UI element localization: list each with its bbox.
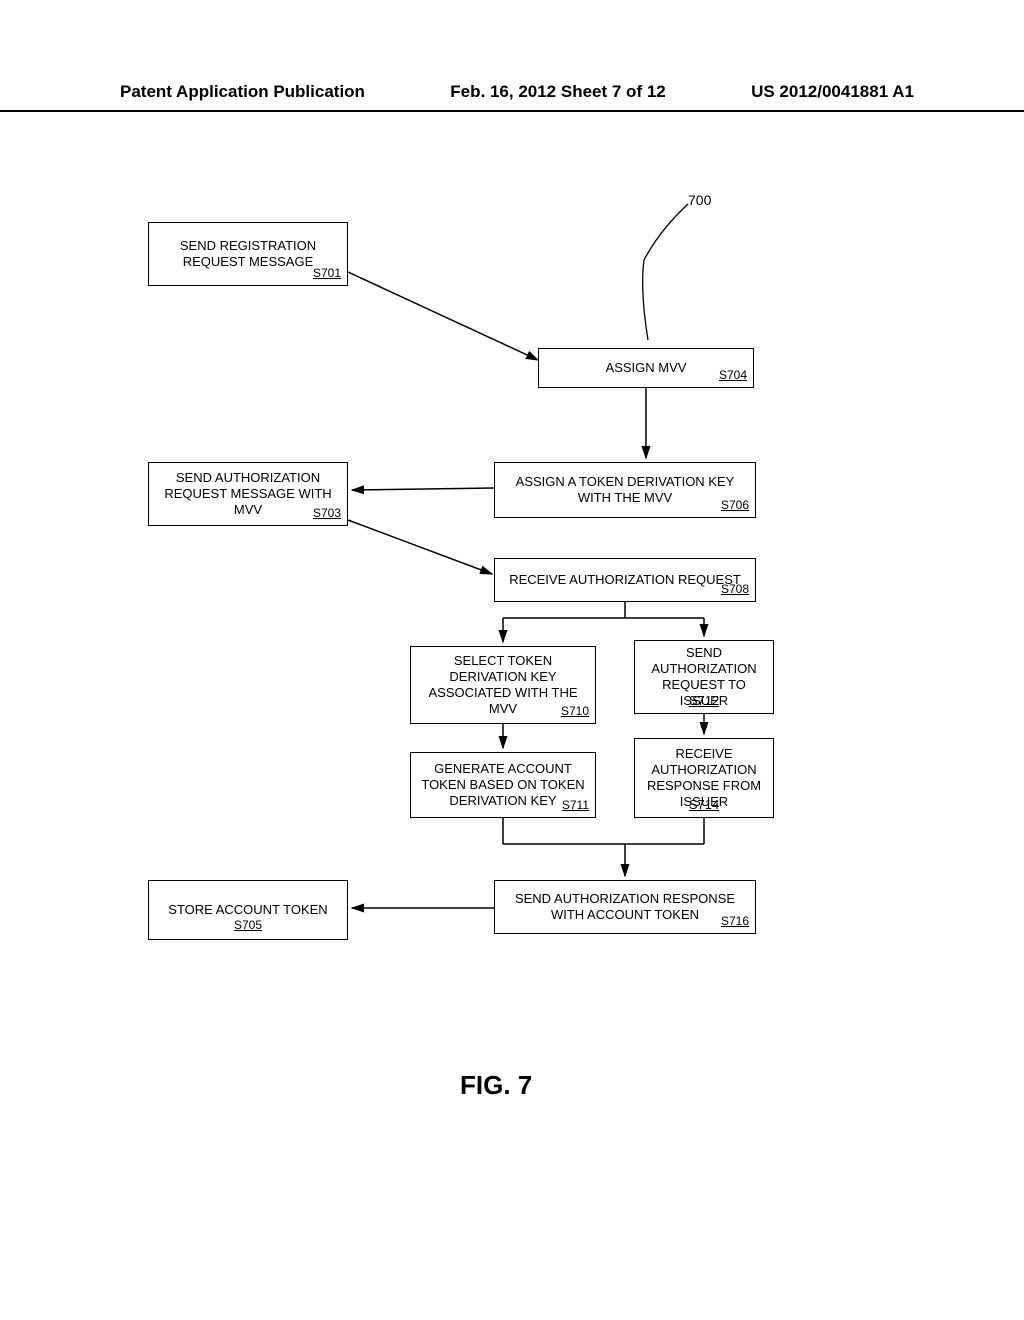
- box-s714-step: S714: [689, 797, 719, 812]
- figure-label: FIG. 7: [460, 1070, 532, 1101]
- box-s712: SEND AUTHORIZATION REQUEST TO ISSUER S71…: [634, 640, 774, 714]
- box-s712-step: S712: [689, 693, 719, 708]
- box-s710-step: S710: [561, 704, 589, 719]
- figure-area: 700 SEND REGISTRATION REQUEST MESSAGE S7…: [100, 180, 920, 1180]
- page: Patent Application Publication Feb. 16, …: [0, 0, 1024, 1320]
- box-s701-step: S701: [313, 266, 341, 281]
- box-s701: SEND REGISTRATION REQUEST MESSAGE S701: [148, 222, 348, 286]
- box-s706: ASSIGN A TOKEN DERIVATION KEY WITH THE M…: [494, 462, 756, 518]
- header-left: Patent Application Publication: [120, 82, 365, 102]
- header-right: US 2012/0041881 A1: [751, 82, 914, 102]
- box-s705-text: STORE ACCOUNT TOKEN: [168, 902, 327, 918]
- box-s705: STORE ACCOUNT TOKEN S705: [148, 880, 348, 940]
- box-s704: ASSIGN MVV S704: [538, 348, 754, 388]
- box-s705-step: S705: [149, 918, 347, 933]
- box-s708-text: RECEIVE AUTHORIZATION REQUEST: [509, 572, 741, 588]
- box-s716: SEND AUTHORIZATION RESPONSE WITH ACCOUNT…: [494, 880, 756, 934]
- reference-number: 700: [688, 192, 711, 208]
- box-s711-step: S711: [562, 798, 589, 813]
- box-s703-step: S703: [313, 506, 341, 521]
- box-s704-step: S704: [719, 368, 747, 383]
- box-s708: RECEIVE AUTHORIZATION REQUEST S708: [494, 558, 756, 602]
- box-s706-text: ASSIGN A TOKEN DERIVATION KEY WITH THE M…: [501, 474, 749, 507]
- box-s704-text: ASSIGN MVV: [545, 360, 747, 376]
- box-s711: GENERATE ACCOUNT TOKEN BASED ON TOKEN DE…: [410, 752, 596, 818]
- page-header: Patent Application Publication Feb. 16, …: [0, 82, 1024, 112]
- box-s716-step: S716: [721, 914, 749, 929]
- box-s703: SEND AUTHORIZATION REQUEST MESSAGE WITH …: [148, 462, 348, 526]
- header-center: Feb. 16, 2012 Sheet 7 of 12: [450, 82, 665, 102]
- box-s710: SELECT TOKEN DERIVATION KEY ASSOCIATED W…: [410, 646, 596, 724]
- box-s716-text: SEND AUTHORIZATION RESPONSE WITH ACCOUNT…: [501, 891, 749, 924]
- box-s706-step: S706: [721, 498, 749, 513]
- box-s708-step: S708: [721, 582, 749, 597]
- box-s714: RECEIVE AUTHORIZATION RESPONSE FROM ISSU…: [634, 738, 774, 818]
